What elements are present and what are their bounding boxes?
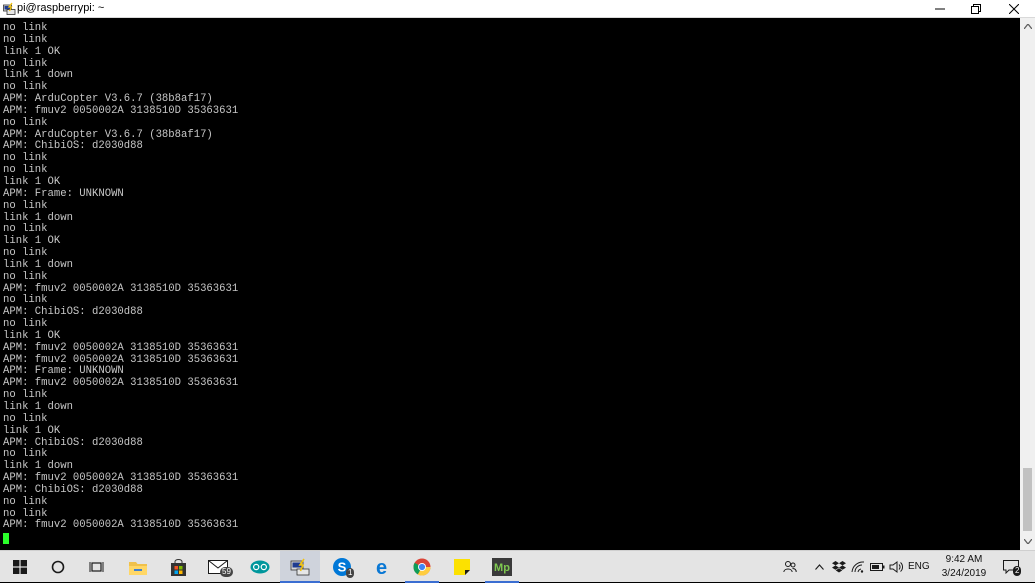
- clock-time: 9:42 AM: [945, 554, 983, 565]
- folder-icon: [129, 561, 147, 575]
- edge-button[interactable]: e: [361, 551, 401, 583]
- mission-planner-label: Mp: [494, 562, 510, 574]
- speaker-icon: [889, 561, 903, 573]
- terminal-line: no link: [3, 116, 48, 129]
- terminal-line: APM: fmuv2 0050002A 3138510D 35363631: [3, 104, 239, 117]
- scroll-down-button[interactable]: [1020, 533, 1035, 550]
- action-center-button[interactable]: 2: [998, 551, 1024, 583]
- terminal-line: no link: [3, 495, 48, 508]
- people-icon: [783, 561, 797, 573]
- terminal-line: link 1 OK: [3, 424, 61, 437]
- battery-icon: [869, 563, 884, 571]
- file-explorer-button[interactable]: [118, 551, 158, 583]
- minimize-button[interactable]: [922, 0, 958, 17]
- chevron-up-icon: [814, 564, 824, 570]
- window-title: pi@raspberrypi: ~: [17, 2, 105, 14]
- terminal-line: APM: fmuv2 0050002A 3138510D 35363631: [3, 341, 239, 354]
- cortana-search-button[interactable]: [38, 551, 78, 583]
- taskbar: 59 S 1 e Mp ENG 9:42 AM 3/24/2019 2: [0, 550, 1035, 583]
- start-button[interactable]: [0, 551, 40, 583]
- terminal-line: no link: [3, 412, 48, 425]
- terminal-cursor: [3, 533, 9, 544]
- show-hidden-icons-button[interactable]: [811, 551, 827, 583]
- battery-status-button[interactable]: [868, 551, 886, 583]
- dropbox-icon: [832, 561, 846, 573]
- close-icon: [1009, 3, 1019, 14]
- arduino-icon: [250, 560, 270, 574]
- windows-logo-icon: [13, 560, 27, 574]
- putty-icon: [290, 558, 310, 576]
- volume-button[interactable]: [887, 551, 905, 583]
- terminal-line: link 1 OK: [3, 329, 61, 342]
- restore-button[interactable]: [958, 0, 994, 17]
- terminal-line: no link: [3, 199, 48, 212]
- terminal-output[interactable]: no link no link link 1 OK no link link 1 dow…: [0, 18, 1020, 550]
- clock-date: 3/24/2019: [941, 568, 987, 579]
- terminal-line: link 1 OK: [3, 45, 61, 58]
- close-button[interactable]: [996, 0, 1032, 17]
- window-title-bar[interactable]: pi@raspberrypi: ~: [0, 0, 1035, 18]
- skype-button[interactable]: S 1: [322, 551, 362, 583]
- circle-icon: [51, 560, 65, 574]
- wifi-icon: [851, 561, 865, 573]
- store-bag-icon: [170, 558, 186, 576]
- chrome-button[interactable]: [402, 551, 442, 583]
- mail-button[interactable]: 59: [198, 551, 238, 583]
- vertical-scrollbar[interactable]: [1020, 18, 1035, 550]
- sticky-notes-icon: [454, 559, 470, 575]
- edge-icon: e: [375, 558, 386, 577]
- terminal-line: no link: [3, 33, 48, 46]
- putty-icon: [3, 2, 16, 15]
- terminal-line: APM: fmuv2 0050002A 3138510D 35363631: [3, 519, 239, 532]
- people-button[interactable]: [780, 551, 800, 583]
- restore-icon: [971, 3, 981, 14]
- chevron-down-icon: [1023, 539, 1032, 544]
- arduino-button[interactable]: [240, 551, 280, 583]
- minimize-icon: [935, 8, 945, 9]
- svg-text:e: e: [375, 558, 386, 577]
- input-language-indicator[interactable]: ENG: [908, 561, 930, 572]
- notification-count-badge: 2: [1013, 566, 1022, 576]
- task-view-icon: [89, 562, 104, 572]
- mission-planner-icon: Mp: [492, 558, 512, 576]
- dropbox-button[interactable]: [830, 551, 848, 583]
- taskbar-clock[interactable]: 9:42 AM 3/24/2019: [936, 553, 992, 581]
- putty-button[interactable]: [280, 551, 320, 583]
- sticky-notes-button[interactable]: [442, 551, 482, 583]
- terminal-line: link 1 down: [3, 258, 73, 271]
- store-button[interactable]: [158, 551, 198, 583]
- task-view-button[interactable]: [77, 551, 117, 583]
- terminal-lines: no link no link link 1 OK no link link 1 dow…: [3, 22, 239, 532]
- wifi-status-button[interactable]: [849, 551, 867, 583]
- terminal-line: APM: Frame: UNKNOWN: [3, 187, 124, 200]
- scroll-up-button[interactable]: [1020, 18, 1035, 35]
- scrollbar-thumb[interactable]: [1023, 468, 1032, 531]
- chevron-up-icon: [1023, 24, 1032, 29]
- skype-badge: 1: [346, 568, 355, 578]
- chrome-icon: [413, 558, 431, 576]
- mission-planner-button[interactable]: Mp: [482, 551, 522, 583]
- terminal-line: no link: [3, 270, 48, 283]
- mail-unread-badge: 59: [220, 567, 233, 577]
- terminal-line: APM: ChibiOS: d2030d88: [3, 483, 143, 496]
